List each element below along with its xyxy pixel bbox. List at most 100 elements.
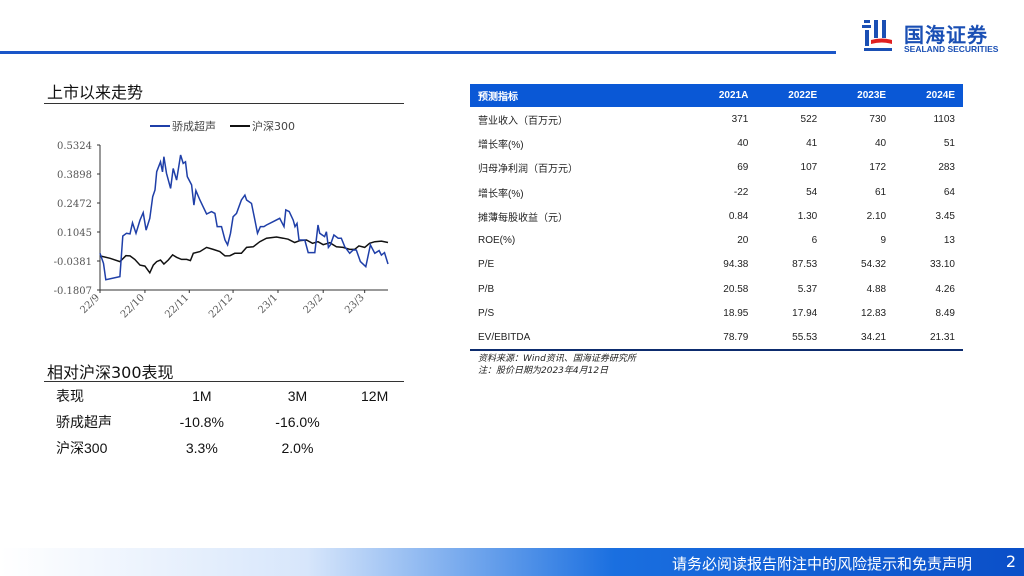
y-tick-label: 0.3898: [57, 170, 92, 181]
table-row: P/B 20.58 5.37 4.88 4.26: [470, 277, 963, 301]
table-header-row: 预测指标 2021A 2022E 2023E 2024E: [470, 84, 963, 107]
trend-title-underline: [44, 103, 404, 104]
table-cell: 8.49: [935, 308, 955, 320]
row-label: 增长率(%): [478, 188, 524, 200]
table-row: ROE(%) 20 6 9 13: [470, 228, 963, 252]
y-tick-label: -0.1807: [54, 286, 92, 297]
table-cell: 6: [811, 235, 818, 247]
table-cell: 69: [737, 162, 749, 174]
table-cell: 20.58: [723, 283, 749, 295]
table-cell: 20: [737, 235, 749, 247]
trend-title: 上市以来走势: [47, 83, 144, 102]
table-cell: 283: [938, 162, 955, 174]
table-row: P/E 94.38 87.53 54.32 33.10: [470, 253, 963, 277]
table-row: 摊薄每股收益（元） 0.84 1.30 2.10 3.45: [470, 204, 963, 228]
table-cell: 1.30: [797, 210, 818, 222]
perf-row-label: 表现: [56, 388, 84, 404]
x-tick-label: 22/12: [207, 292, 235, 320]
x-tick-label: 22/11: [163, 292, 191, 320]
x-tick-label: 23/2: [302, 292, 326, 316]
table-cell: 55.53: [756, 325, 826, 351]
table-row: P/S 18.95 17.94 12.83 8.49: [470, 301, 963, 325]
perf-row-label: 骄成超声: [56, 414, 112, 430]
perf-title: 相对沪深300表现: [47, 363, 174, 382]
table-cell: 87.53: [792, 259, 818, 271]
table-cell: 40: [874, 137, 887, 149]
row-label: P/S: [478, 308, 495, 320]
row-label: 增长率(%): [478, 139, 524, 151]
perf-cell: [345, 409, 404, 435]
price-date-note: 注：股价日期为2023年4月12日: [478, 366, 609, 376]
table-cell: 730: [869, 113, 887, 125]
table-cell: 1103: [933, 113, 955, 125]
table-cell: 61: [874, 186, 887, 198]
logo-text-en: SEALAND SECURITIES: [904, 44, 999, 54]
legend-label: 沪深300: [252, 119, 295, 133]
column-header: 2021A: [686, 84, 757, 107]
table-cell: 18.95: [723, 308, 749, 320]
table-cell: 5.37: [797, 283, 818, 295]
perf-cell: -16.0%: [275, 414, 320, 430]
column-header: 2024E: [894, 84, 963, 107]
perf-cell: 1M: [192, 388, 212, 404]
row-label: 摊薄每股收益（元）: [478, 212, 568, 224]
header-divider: [0, 51, 836, 54]
disclaimer-text: 请务必阅读报告附注中的风险提示和免责声明: [671, 555, 972, 573]
series-line-0: [99, 154, 389, 281]
perf-row: 骄成超声 -10.8% -16.0%: [44, 409, 404, 435]
table-cell: 3.45: [935, 210, 955, 222]
table-notes: 资料来源：Wind资讯、国海证券研究所 注：股价日期为2023年4月12日: [478, 353, 636, 377]
table-row: 增长率(%) 40 41 40 51: [470, 131, 963, 155]
table-cell: 40: [737, 137, 749, 149]
x-tick-label: 23/1: [256, 292, 280, 316]
table-cell: 172: [869, 162, 887, 174]
row-label: EV/EBITDA: [470, 325, 687, 351]
logo-mark-icon: [862, 20, 892, 51]
row-label: P/B: [478, 283, 495, 295]
perf-cell: 3.3%: [185, 440, 218, 456]
row-label: 归母净利润（百万元）: [478, 164, 578, 176]
table-cell: 94.38: [723, 259, 749, 271]
y-tick-label: 0.2472: [57, 199, 92, 210]
table-cell: 0.84: [728, 210, 749, 222]
source-note: 资料来源：Wind资讯、国海证券研究所: [478, 354, 636, 364]
x-tick-label: 23/3: [343, 292, 367, 316]
table-cell: 4.88: [866, 283, 887, 295]
company-logo: 国海证券 SEALAND SECURITIES: [858, 16, 1008, 56]
legend-label: 骄成超声: [172, 119, 216, 133]
table-cell: 522: [800, 113, 818, 125]
table-cell: 371: [731, 113, 749, 125]
table-cell: 4.26: [935, 283, 955, 295]
table-cell: 54: [806, 186, 818, 198]
perf-row: 沪深300 3.3% 2.0%: [44, 435, 404, 461]
perf-title-underline: [44, 381, 404, 382]
table-cell: 17.94: [792, 308, 818, 320]
table-cell: 107: [800, 162, 818, 174]
table-row: 增长率(%) -22 54 61 64: [470, 180, 963, 204]
perf-cell: 2.0%: [281, 440, 314, 456]
table-cell: 13: [943, 235, 955, 247]
table-cell: 78.79: [686, 325, 757, 351]
perf-cell: -10.8%: [179, 414, 224, 430]
perf-cell: [345, 435, 404, 461]
table-row: 归母净利润（百万元） 69 107 172 283: [470, 156, 963, 180]
page-number: 2: [1005, 552, 1016, 571]
row-label: 营业收入（百万元）: [478, 115, 568, 127]
perf-row: 表现 1M 3M 12M: [44, 383, 404, 409]
table-cell: 34.21: [825, 325, 895, 351]
table-cell: 21.31: [894, 325, 963, 351]
perf-cell: 12M: [361, 388, 389, 404]
footer-bar: 请务必阅读报告附注中的风险提示和免责声明 2: [0, 548, 1024, 576]
table-cell: 12.83: [861, 308, 887, 320]
column-header: 2022E: [756, 84, 826, 107]
price-trend-chart: 0.5324 0.3898 0.2472 0.1045 -0.0381 -0.1807 22…: [54, 119, 389, 321]
forecast-table: 预测指标 2021A 2022E 2023E 2024E 营业收入（百万元） 371 522…: [470, 84, 963, 351]
table-cell: 54.32: [861, 259, 887, 271]
table-row: EV/EBITDA 78.79 55.53 34.21 21.31: [470, 325, 963, 351]
perf-cell: 3M: [287, 388, 308, 404]
row-label: ROE(%): [478, 235, 516, 247]
table-cell: 33.10: [929, 259, 955, 271]
table-cell: -22: [733, 186, 749, 198]
x-tick-label: 22/10: [119, 292, 147, 320]
table-row: 营业收入（百万元） 371 522 730 1103: [470, 107, 963, 131]
